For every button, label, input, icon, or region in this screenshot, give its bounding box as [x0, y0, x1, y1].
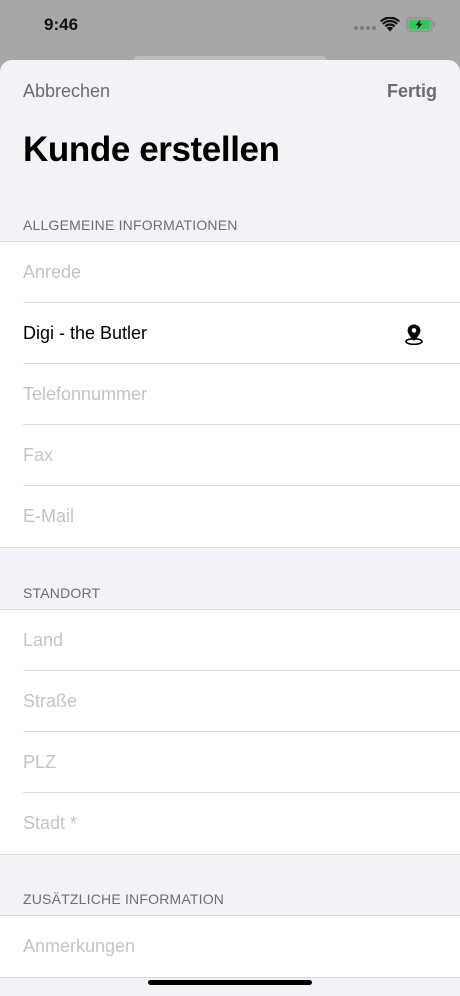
- city-placeholder: Stadt *: [23, 813, 78, 833]
- country-placeholder: Land: [23, 629, 64, 650]
- salutation-field[interactable]: Anrede: [23, 242, 460, 303]
- location-pin-icon[interactable]: [404, 323, 424, 345]
- city-field[interactable]: Stadt *: [23, 793, 460, 854]
- section-header-additional: ZUSÄTZLICHE INFORMATION: [23, 891, 225, 907]
- wifi-icon: [380, 17, 400, 32]
- zip-field[interactable]: PLZ: [23, 732, 460, 793]
- status-time: 9:46: [44, 15, 79, 34]
- phone-placeholder: Telefonnummer: [23, 383, 148, 404]
- signal-icon: [354, 26, 376, 30]
- section-header-location: STANDORT: [23, 585, 101, 601]
- zip-placeholder: PLZ: [23, 751, 57, 772]
- name-value: Digi - the Butler: [23, 322, 148, 343]
- phone-field[interactable]: Telefonnummer: [23, 364, 460, 425]
- street-placeholder: Straße: [23, 690, 78, 711]
- location-group: Land Straße PLZ Stadt *: [0, 609, 460, 855]
- email-field[interactable]: E-Mail: [23, 486, 460, 547]
- salutation-placeholder: Anrede: [23, 261, 82, 282]
- page-title: Kunde erstellen: [23, 130, 280, 169]
- section-header-general: ALLGEMEINE INFORMATIONEN: [23, 217, 238, 233]
- fax-placeholder: Fax: [23, 444, 54, 465]
- cancel-button[interactable]: Abbrechen: [23, 81, 110, 102]
- email-placeholder: E-Mail: [23, 506, 75, 526]
- battery-charging-icon: [406, 17, 435, 32]
- notes-field[interactable]: Anmerkungen: [23, 916, 460, 977]
- name-field[interactable]: Digi - the Butler: [23, 303, 460, 364]
- additional-info-group: Anmerkungen: [0, 915, 460, 978]
- general-info-group: Anrede Digi - the Butler Telefonnummer F…: [0, 241, 460, 548]
- done-button[interactable]: Fertig: [387, 81, 437, 102]
- home-indicator: [148, 980, 312, 985]
- fax-field[interactable]: Fax: [23, 425, 460, 486]
- country-field[interactable]: Land: [23, 610, 460, 671]
- street-field[interactable]: Straße: [23, 671, 460, 732]
- status-bar: 9:46: [0, 0, 460, 52]
- create-customer-sheet: Abbrechen Fertig Kunde erstellen ALLGEME…: [0, 60, 460, 996]
- notes-placeholder: Anmerkungen: [23, 936, 136, 956]
